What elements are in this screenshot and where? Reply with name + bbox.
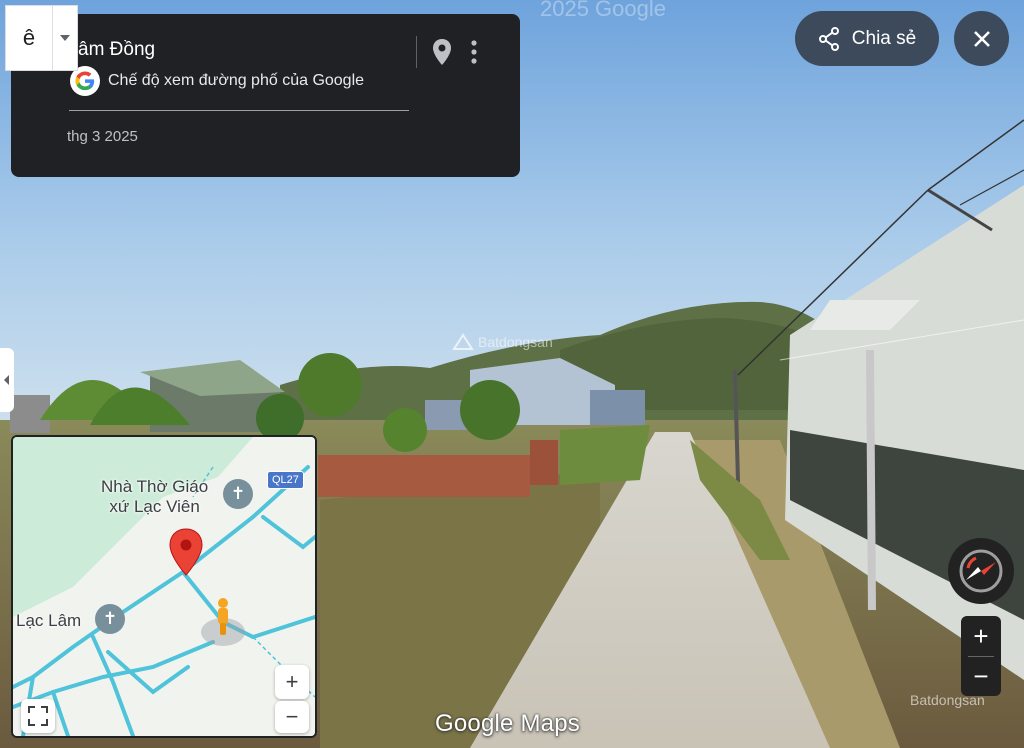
pegman-icon[interactable] — [215, 597, 231, 637]
streetview-label: Chế độ xem đường phố của Google — [108, 72, 365, 89]
fullscreen-button[interactable] — [21, 699, 55, 733]
watermark-text: Batdongsan — [478, 334, 553, 350]
location-marker-icon[interactable] — [167, 527, 205, 577]
more-options-button[interactable] — [463, 36, 485, 68]
share-icon — [818, 26, 839, 51]
capture-date: thg 3 2025 — [67, 128, 138, 145]
compass-icon — [959, 549, 1003, 593]
map-label-church-lac-vien: Nhà Thờ Giáo xứ Lạc Viên — [101, 477, 208, 517]
road-shield: QL27 — [267, 471, 304, 489]
brick-wall — [318, 455, 530, 497]
input-method-value: ê — [22, 25, 36, 50]
google-maps-logo: Google Maps — [435, 710, 580, 737]
compass-button[interactable] — [948, 538, 1014, 604]
batdongsan-logo-icon — [452, 333, 474, 350]
more-vert-icon — [471, 40, 477, 64]
zoom-in-button[interactable]: + — [961, 616, 1001, 656]
info-divider — [69, 110, 409, 111]
chevron-left-icon — [4, 375, 9, 385]
share-label: Chia sẻ — [851, 27, 917, 49]
minimap-zoom-in-button[interactable]: + — [275, 665, 309, 699]
google-copyright-watermark: 2025 Google — [540, 0, 666, 21]
location-pin-button[interactable] — [429, 36, 455, 68]
header-separator — [416, 36, 417, 68]
fullscreen-icon — [28, 706, 48, 726]
batdongsan-watermark: Batdongsan — [452, 333, 553, 351]
input-method-dropdown[interactable]: ê — [5, 5, 78, 71]
location-pin-icon — [433, 39, 451, 65]
streetview-attribution: Chế độ xem đường phố của Google — [70, 66, 364, 96]
close-button[interactable] — [954, 11, 1009, 66]
location-info-card: âm Đồng Chế độ xem đường phố của Google … — [11, 14, 520, 177]
collapse-side-panel-button[interactable] — [0, 348, 14, 412]
location-title: âm Đồng — [78, 39, 156, 60]
caret-down-icon — [60, 35, 70, 41]
share-button[interactable]: Chia sẻ — [795, 11, 939, 66]
zoom-out-button[interactable]: − — [961, 656, 1001, 696]
close-icon — [973, 30, 990, 47]
map-label-line: Nhà Thờ Giáo — [101, 477, 209, 496]
zoom-controls: + − — [961, 616, 1001, 696]
map-label-line: xứ Lạc Viên — [109, 497, 200, 516]
church-icon[interactable]: ✝ — [223, 479, 253, 509]
minimap-zoom-out-button[interactable]: − — [275, 701, 309, 733]
map-label-lac-lam: Lạc Lâm — [16, 611, 82, 630]
minimap[interactable]: Nhà Thờ Giáo xứ Lạc Viên ✝ Lạc Lâm ✝ QL2… — [11, 435, 317, 738]
church-icon[interactable]: ✝ — [95, 604, 125, 634]
zoom-separator — [968, 656, 994, 657]
dropdown-caret[interactable] — [52, 6, 77, 70]
